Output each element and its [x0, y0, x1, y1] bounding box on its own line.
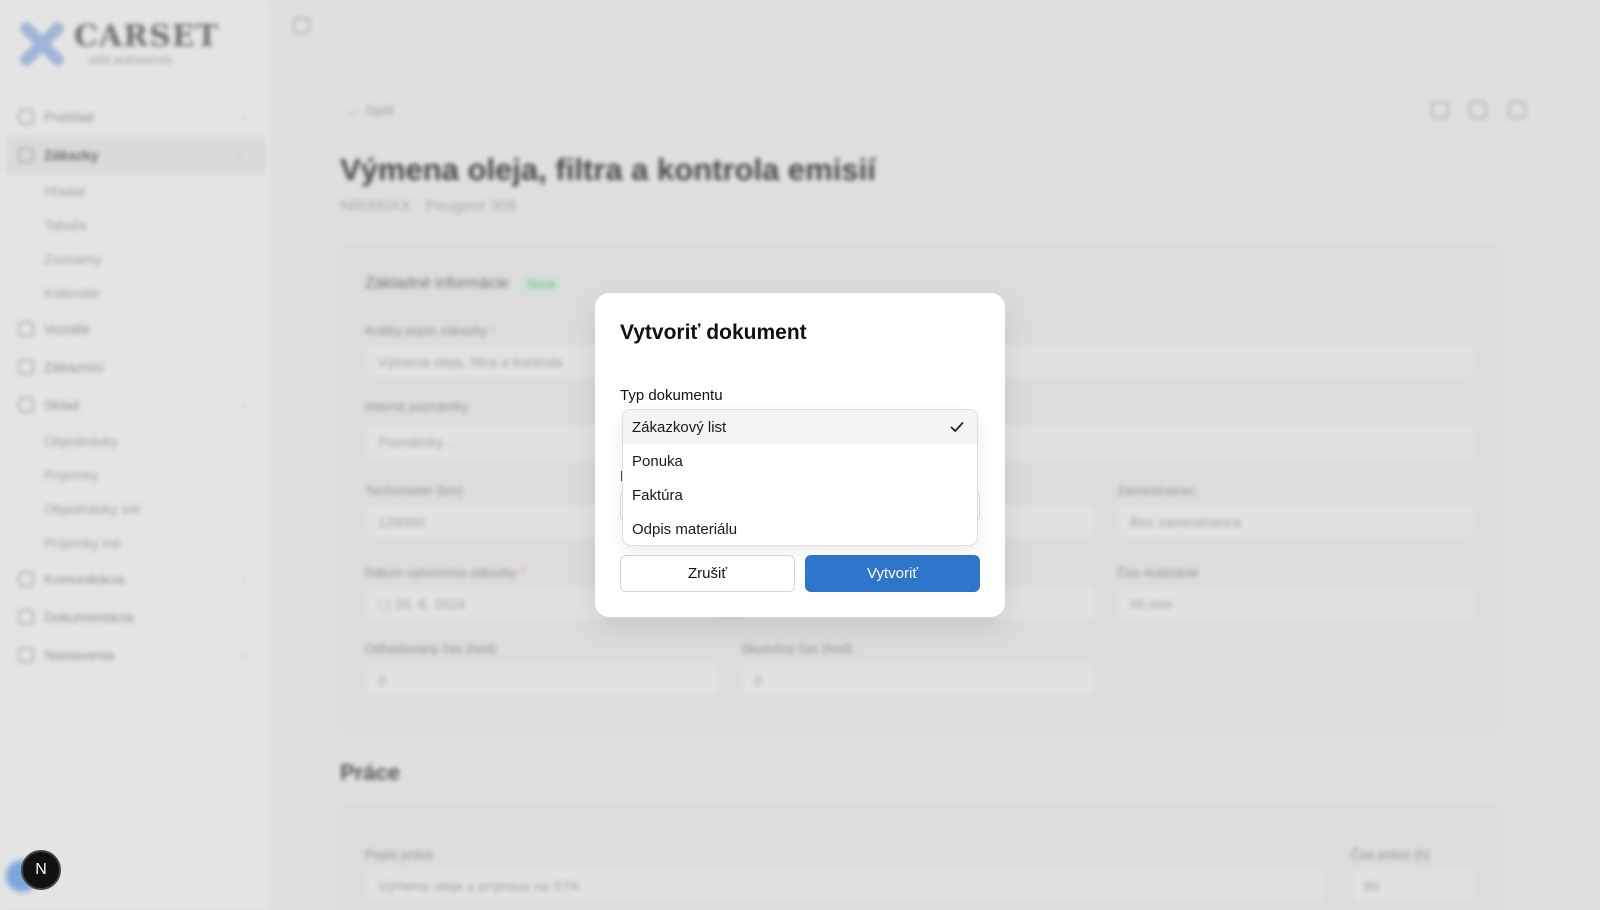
option-label: Zákazkový list	[632, 418, 727, 436]
modal-title: Vytvoriť dokument	[620, 321, 807, 344]
check-icon	[950, 422, 964, 432]
option-label: Faktúra	[632, 486, 683, 504]
document-type-label: Typ dokumentu	[620, 387, 723, 404]
dropdown-option-odpis-materialu[interactable]: Odpis materiálu	[623, 512, 977, 545]
create-document-modal: Vytvoriť dokument Typ dokumentu D Zákazk…	[595, 293, 1005, 617]
nextjs-dev-badge[interactable]: N	[21, 850, 61, 890]
dropdown-option-ponuka[interactable]: Ponuka	[623, 444, 977, 478]
option-label: Ponuka	[632, 452, 683, 470]
cancel-button[interactable]: Zrušiť	[620, 555, 795, 592]
dropdown-option-zakazkovy-list[interactable]: Zákazkový list	[623, 410, 977, 444]
dropdown-option-faktura[interactable]: Faktúra	[623, 478, 977, 512]
document-type-dropdown: Zákazkový list Ponuka Faktúra Odpis mate…	[622, 409, 978, 546]
create-button[interactable]: Vytvoriť	[805, 555, 980, 592]
option-label: Odpis materiálu	[632, 520, 738, 538]
